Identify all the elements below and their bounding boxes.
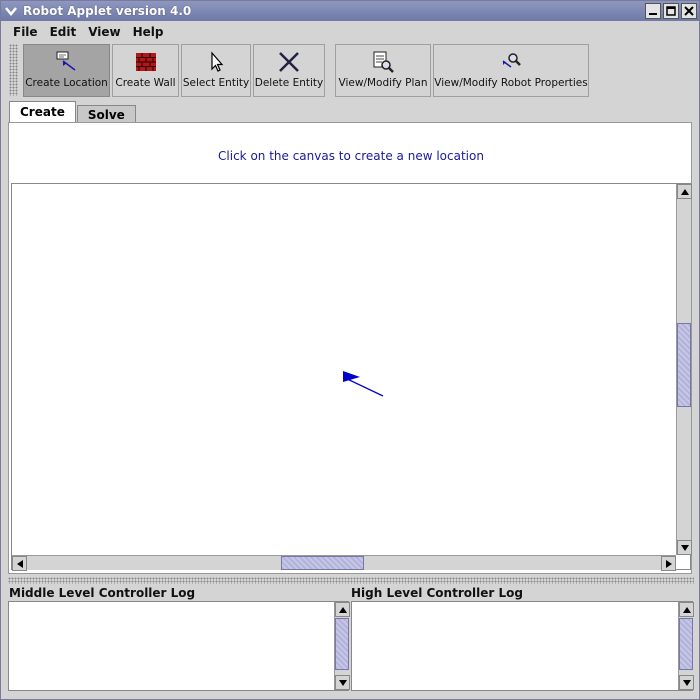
create-wall-button[interactable]: Create Wall bbox=[112, 44, 179, 97]
middle-log-title: Middle Level Controller Log bbox=[9, 586, 196, 600]
tab-create[interactable]: Create bbox=[9, 101, 76, 123]
window-title: Robot Applet version 4.0 bbox=[23, 4, 192, 18]
view-modify-robot-properties-button[interactable]: View/Modify Robot Properties bbox=[433, 44, 589, 97]
scroll-left-button[interactable] bbox=[12, 556, 27, 571]
create-panel: Click on the canvas to create a new loca… bbox=[8, 122, 692, 574]
brick-wall-icon bbox=[135, 53, 156, 71]
high-log-scroll-thumb[interactable] bbox=[679, 618, 693, 670]
applet-window: Robot Applet version 4.0 File Edit View … bbox=[0, 0, 700, 700]
drawing-canvas[interactable] bbox=[12, 184, 676, 555]
system-menu-button[interactable] bbox=[1, 1, 21, 21]
toolbar: Create Location Create Wall Select Entit… bbox=[1, 42, 699, 99]
delete-entity-label: Delete Entity bbox=[254, 77, 324, 89]
create-location-label: Create Location bbox=[25, 77, 108, 89]
delete-entity-button[interactable]: Delete Entity bbox=[253, 44, 325, 97]
middle-log-panel bbox=[8, 601, 350, 691]
close-button[interactable] bbox=[681, 3, 697, 19]
maximize-button[interactable] bbox=[663, 3, 679, 19]
split-pane-divider[interactable] bbox=[8, 577, 694, 584]
high-log-scroll-down[interactable] bbox=[679, 675, 694, 690]
arrow-down-icon bbox=[338, 679, 347, 686]
high-log-title: High Level Controller Log bbox=[351, 586, 523, 600]
scroll-down-button[interactable] bbox=[677, 540, 692, 555]
tab-strip: Create Solve bbox=[9, 101, 137, 123]
create-location-button[interactable]: Create Location bbox=[23, 44, 110, 97]
high-log-scrollbar[interactable] bbox=[678, 602, 694, 690]
maximize-icon bbox=[666, 6, 676, 16]
arrow-left-icon bbox=[16, 559, 23, 568]
select-entity-label: Select Entity bbox=[182, 77, 250, 89]
middle-log-scrollbar[interactable] bbox=[334, 602, 350, 690]
scroll-right-button[interactable] bbox=[661, 556, 676, 571]
minimize-button[interactable] bbox=[645, 3, 661, 19]
view-modify-robot-properties-label: View/Modify Robot Properties bbox=[434, 77, 588, 89]
menu-help[interactable]: Help bbox=[127, 25, 170, 39]
middle-log-scroll-up[interactable] bbox=[335, 602, 350, 617]
view-modify-plan-label: View/Modify Plan bbox=[338, 77, 428, 89]
menu-bar: File Edit View Help bbox=[1, 21, 699, 42]
arrow-up-icon bbox=[338, 606, 347, 613]
arrow-right-icon bbox=[665, 559, 672, 568]
menu-edit[interactable]: Edit bbox=[44, 25, 83, 39]
instruction-text: Click on the canvas to create a new loca… bbox=[218, 149, 484, 163]
high-log-scroll-up[interactable] bbox=[679, 602, 694, 617]
vertical-scroll-thumb[interactable] bbox=[677, 323, 691, 407]
create-location-icon bbox=[56, 51, 75, 71]
middle-log-scroll-thumb[interactable] bbox=[335, 618, 349, 670]
select-entity-button[interactable]: Select Entity bbox=[181, 44, 251, 97]
middle-log-scroll-down[interactable] bbox=[335, 675, 350, 690]
menu-view[interactable]: View bbox=[82, 25, 126, 39]
chevron-down-icon bbox=[5, 7, 17, 16]
plan-search-icon bbox=[373, 51, 394, 73]
pointer-arrow-icon bbox=[211, 51, 224, 72]
arrow-up-icon bbox=[682, 606, 691, 613]
toolbar-grip[interactable] bbox=[9, 44, 18, 96]
scroll-up-button[interactable] bbox=[677, 184, 692, 199]
arrow-up-icon bbox=[680, 188, 689, 195]
horizontal-scroll-thumb[interactable] bbox=[281, 556, 364, 570]
tab-solve[interactable]: Solve bbox=[76, 105, 136, 123]
arrow-down-icon bbox=[682, 679, 691, 686]
canvas-scroll-pane bbox=[11, 183, 692, 571]
close-icon bbox=[684, 6, 694, 16]
high-log-panel bbox=[351, 601, 694, 691]
view-modify-plan-button[interactable]: View/Modify Plan bbox=[335, 44, 431, 97]
canvas-vertical-scrollbar[interactable] bbox=[676, 184, 692, 555]
create-wall-label: Create Wall bbox=[115, 77, 176, 89]
robot-marker-icon bbox=[342, 371, 384, 397]
x-delete-icon bbox=[279, 52, 299, 72]
title-bar: Robot Applet version 4.0 bbox=[1, 1, 699, 21]
canvas-horizontal-scrollbar[interactable] bbox=[12, 555, 676, 571]
robot-properties-icon bbox=[502, 53, 521, 68]
arrow-down-icon bbox=[680, 544, 689, 551]
minimize-icon bbox=[649, 13, 657, 15]
menu-file[interactable]: File bbox=[7, 25, 44, 39]
